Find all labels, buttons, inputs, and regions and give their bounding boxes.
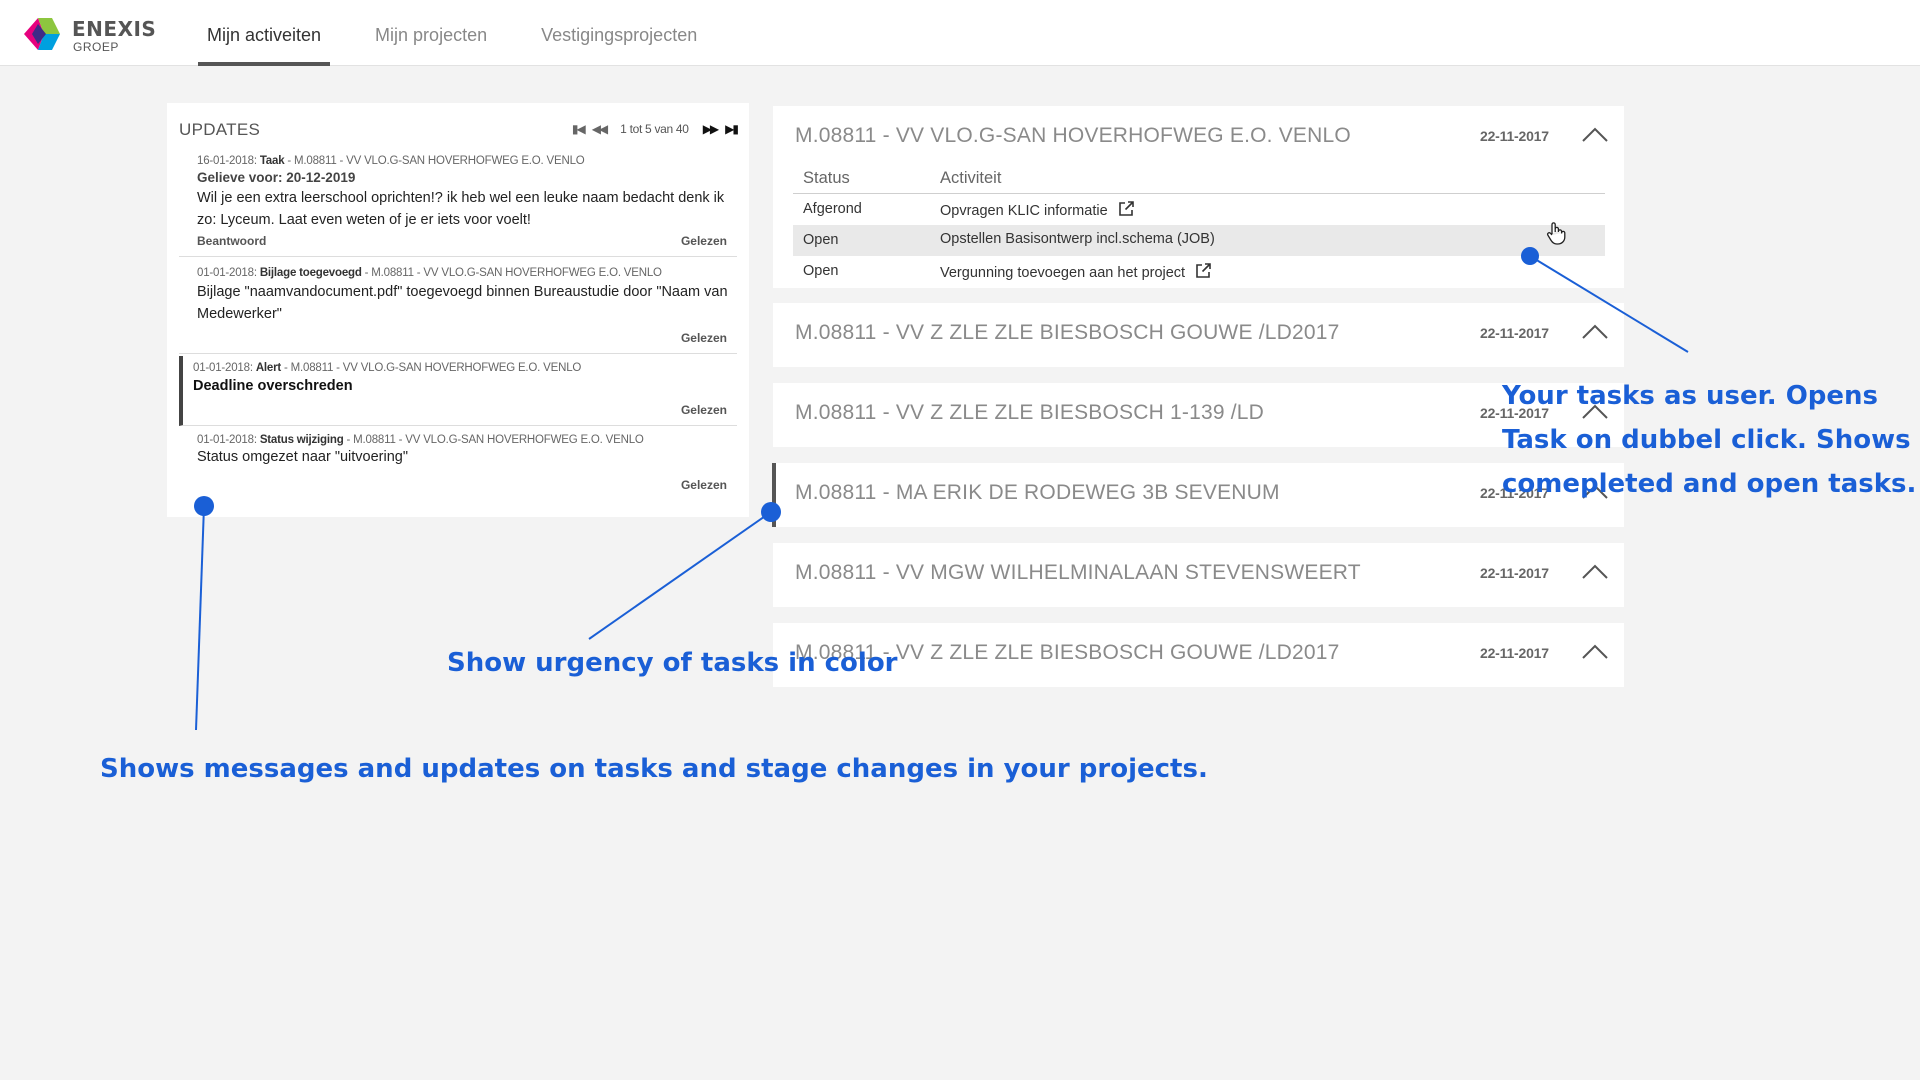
urgency-pointer-dot <box>761 502 781 522</box>
tasks-pointer-dot <box>1521 247 1539 265</box>
messages-pointer-dot <box>194 496 214 516</box>
messages-pointer-line <box>195 505 205 731</box>
urgency-pointer-line <box>588 511 772 640</box>
tasks-pointer-line <box>1529 255 1689 353</box>
annotation-messages: Shows messages and updates on tasks and … <box>100 754 1208 784</box>
annotation-lines <box>194 247 1689 731</box>
annotation-tasks: Your tasks as user. Opens Task on dubbel… <box>1502 381 1917 499</box>
annotation-urgency: Show urgency of tasks in color <box>447 648 898 678</box>
